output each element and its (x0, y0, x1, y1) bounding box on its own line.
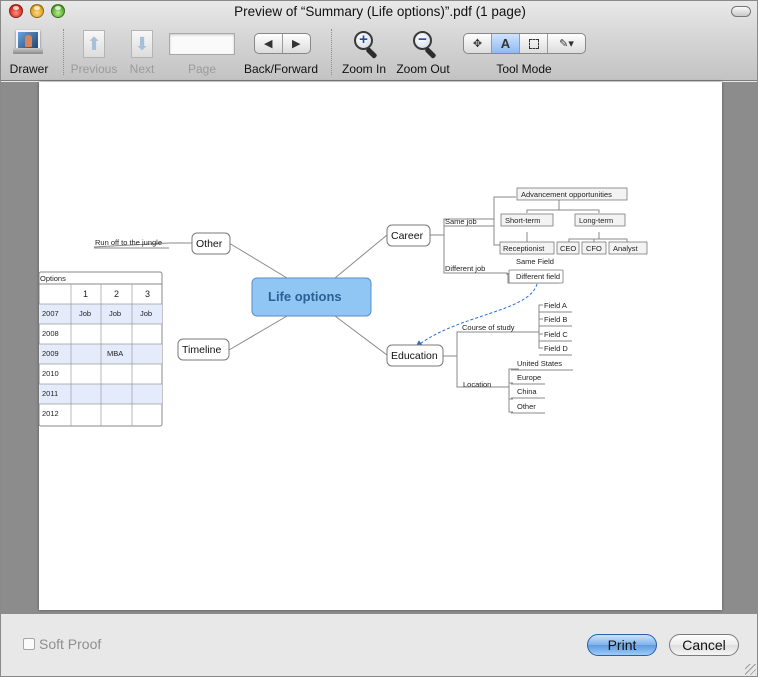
table-header-1: 1 (83, 289, 88, 299)
back-forward-control: ◀ ▶ (254, 33, 311, 54)
career-node-text: Career (391, 230, 424, 242)
preview-window: Preview of “Summary (Life options)”.pdf … (0, 0, 758, 677)
soft-proof-label: Soft Proof (39, 636, 102, 652)
select-tool-button[interactable] (520, 34, 548, 53)
triangle-right-icon: ▶ (292, 38, 301, 50)
location-other-text: Other (517, 402, 536, 411)
long-term-text: Long-term (579, 216, 613, 225)
analyst-text: Analyst (613, 244, 639, 253)
field-b-text: Field B (544, 315, 567, 324)
bottom-bar: Soft Proof Print Cancel (1, 614, 757, 676)
table-cell: 2012 (42, 409, 59, 418)
cancel-button[interactable]: Cancel (669, 634, 739, 656)
toolbar-area: Preview of “Summary (Life options)”.pdf … (1, 1, 757, 81)
ceo-text: CEO (560, 244, 576, 253)
location-china-text: China (517, 387, 537, 396)
page-label: Page (187, 62, 217, 76)
title-bar: Preview of “Summary (Life options)”.pdf … (1, 1, 757, 23)
drawer-icon[interactable] (13, 30, 43, 54)
education-node-text: Education (391, 350, 438, 362)
window-title: Preview of “Summary (Life options)”.pdf … (234, 4, 526, 19)
toolbar-separator (63, 29, 64, 75)
print-button[interactable]: Print (587, 634, 657, 656)
text-select-icon: A (500, 36, 511, 51)
back-forward-label: Back/Forward (243, 62, 319, 76)
other-child-text: Run off to the jungle (95, 238, 162, 247)
checkbox-icon[interactable] (23, 638, 35, 650)
timeline-table: Options 1 2 3 2007 Job Job Job 2008 2009… (39, 271, 163, 427)
timeline-node-text: Timeline (182, 344, 221, 356)
pencil-dropdown-icon: ✎▾ (559, 38, 574, 50)
table-cell: 2008 (42, 329, 59, 338)
previous-page-button[interactable]: ⬆ (83, 30, 105, 58)
zoom-in-icon[interactable]: + (353, 31, 379, 60)
location-europe-text: Europe (517, 373, 541, 382)
location-us-text: United States (517, 359, 562, 368)
field-a-text: Field A (544, 301, 567, 310)
move-tool-button[interactable]: ✥ (464, 34, 492, 53)
toolbar-toggle-button[interactable] (731, 6, 751, 17)
table-cell: 2010 (42, 369, 59, 378)
cfo-text: CFO (586, 244, 602, 253)
forward-button[interactable]: ▶ (283, 34, 310, 53)
tool-mode-label: Tool Mode (496, 62, 552, 76)
previous-label[interactable]: Previous (71, 62, 118, 76)
table-cell: Job (109, 309, 121, 318)
back-button[interactable]: ◀ (255, 34, 283, 53)
table-cell: MBA (107, 349, 123, 358)
location-text: Location (463, 380, 491, 389)
arrow-down-icon: ⬇ (134, 34, 150, 54)
mind-map: Run off to the jungle Same job Different… (39, 187, 648, 427)
same-field-text: Same Field (516, 257, 554, 266)
table-cell: 2011 (42, 389, 58, 398)
zoom-out-icon[interactable]: − (412, 31, 438, 60)
zoom-out-label[interactable]: Zoom Out (396, 62, 449, 76)
tool-mode-control: ✥ A ✎▾ (463, 33, 586, 54)
center-node-text: Life options (268, 289, 342, 304)
page-number-field[interactable] (169, 33, 235, 55)
field-d-text: Field D (544, 344, 568, 353)
pdf-page: Run off to the jungle Same job Different… (39, 82, 722, 610)
resize-grip-icon[interactable] (745, 664, 756, 675)
text-tool-button[interactable]: A (492, 34, 520, 53)
field-c-text: Field C (544, 330, 568, 339)
different-job-text: Different job (445, 264, 485, 273)
triangle-left-icon: ◀ (264, 38, 273, 50)
course-of-study-text: Course of study (462, 323, 515, 332)
advancement-text: Advancement opportunities (521, 190, 612, 199)
same-job-text: Same job (445, 217, 477, 226)
marquee-select-icon (528, 38, 539, 49)
zoom-in-label[interactable]: Zoom In (342, 62, 386, 76)
move-arrows-icon: ✥ (472, 38, 483, 50)
other-node-text: Other (196, 238, 223, 250)
table-cell: 2009 (42, 349, 59, 358)
next-label[interactable]: Next (130, 62, 155, 76)
toolbar-separator (331, 29, 332, 75)
receptionist-text: Receptionist (503, 244, 545, 253)
document-view[interactable]: Run off to the jungle Same job Different… (1, 82, 757, 614)
arrow-up-icon: ⬆ (86, 34, 102, 54)
different-field-text: Different field (516, 272, 560, 281)
table-header-2: 2 (114, 289, 119, 299)
table-cell: Job (140, 309, 152, 318)
short-term-text: Short-term (505, 216, 540, 225)
relationship-arrow (415, 283, 538, 348)
annotate-tool-button[interactable]: ✎▾ (548, 34, 585, 53)
next-page-button[interactable]: ⬇ (131, 30, 153, 58)
table-title: Options (40, 274, 66, 283)
table-cell: Job (79, 309, 91, 318)
soft-proof-checkbox[interactable]: Soft Proof (23, 636, 101, 652)
drawer-label[interactable]: Drawer (10, 62, 49, 76)
table-header-3: 3 (145, 289, 150, 299)
table-cell: 2007 (42, 309, 59, 318)
